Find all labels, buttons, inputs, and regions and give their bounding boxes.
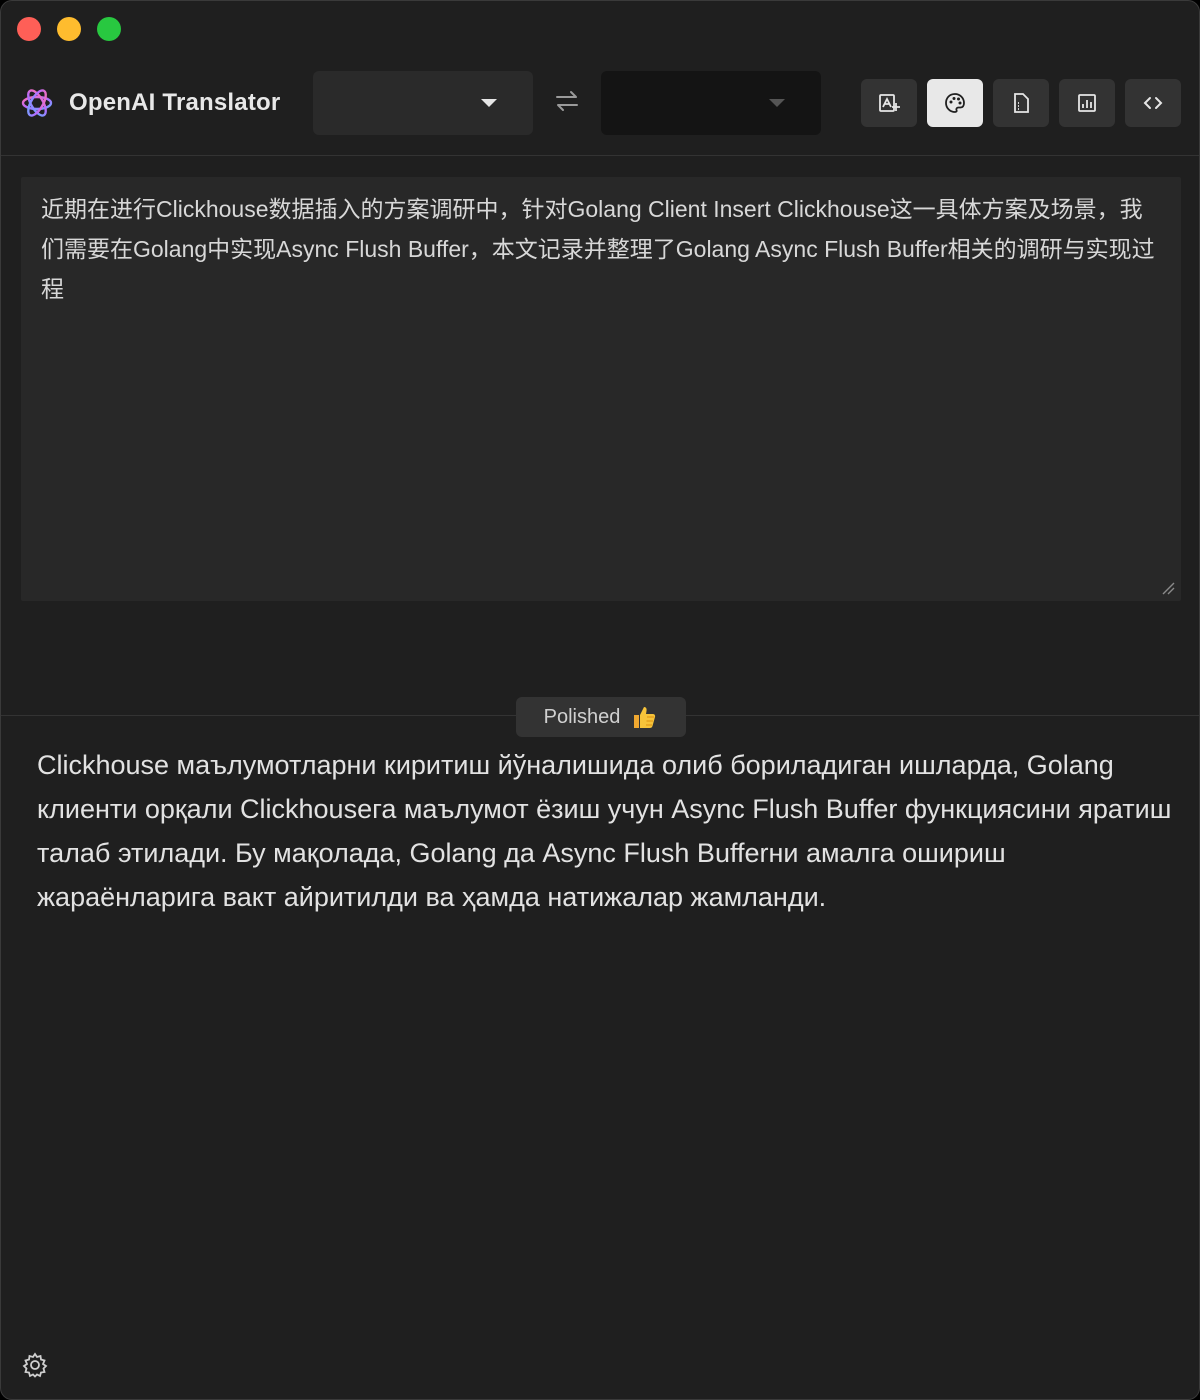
polished-badge: Polished [516,697,686,737]
mode-toolbar [861,79,1181,127]
target-language-select[interactable] [601,71,821,135]
statistics-button[interactable] [1059,79,1115,127]
document-button[interactable] [993,79,1049,127]
header-divider [1,155,1199,156]
image-translate-button[interactable] [861,79,917,127]
resize-handle-icon[interactable] [1161,581,1175,595]
palette-button[interactable] [927,79,983,127]
document-icon [1014,93,1029,113]
source-text-input[interactable]: 近期在进行Clickhouse数据插入的方案调研中，针对Golang Clien… [21,177,1181,601]
minimize-window-button[interactable] [57,17,81,41]
chart-icon [1078,94,1096,112]
code-button[interactable] [1125,79,1181,127]
close-window-button[interactable] [17,17,41,41]
maximize-window-button[interactable] [97,17,121,41]
brand: OpenAI Translator [19,85,280,121]
swap-languages-icon[interactable] [553,87,581,115]
translation-result: Clickhouse маълумотларни киритиш йўналиш… [37,750,1172,912]
badge-label: Polished [543,705,621,728]
gear-icon[interactable] [21,1351,49,1379]
chevron-down-icon [769,99,785,107]
thumbs-up-icon [634,707,656,728]
source-language-select[interactable] [313,71,533,135]
header-bar: OpenAI Translator [1,63,1199,155]
image-translate-icon [879,94,900,112]
window-controls [17,17,121,41]
palette-icon [945,93,965,113]
chevron-down-icon [481,99,497,107]
code-icon [1143,97,1163,109]
openai-logo-icon [21,89,53,117]
app-window: OpenAI Translator 近期在进行Clickhouse数据插入的方案… [0,0,1200,1400]
source-text: 近期在进行Clickhouse数据插入的方案调研中，针对Golang Clien… [41,196,1155,302]
app-title: OpenAI Translator [69,89,281,116]
